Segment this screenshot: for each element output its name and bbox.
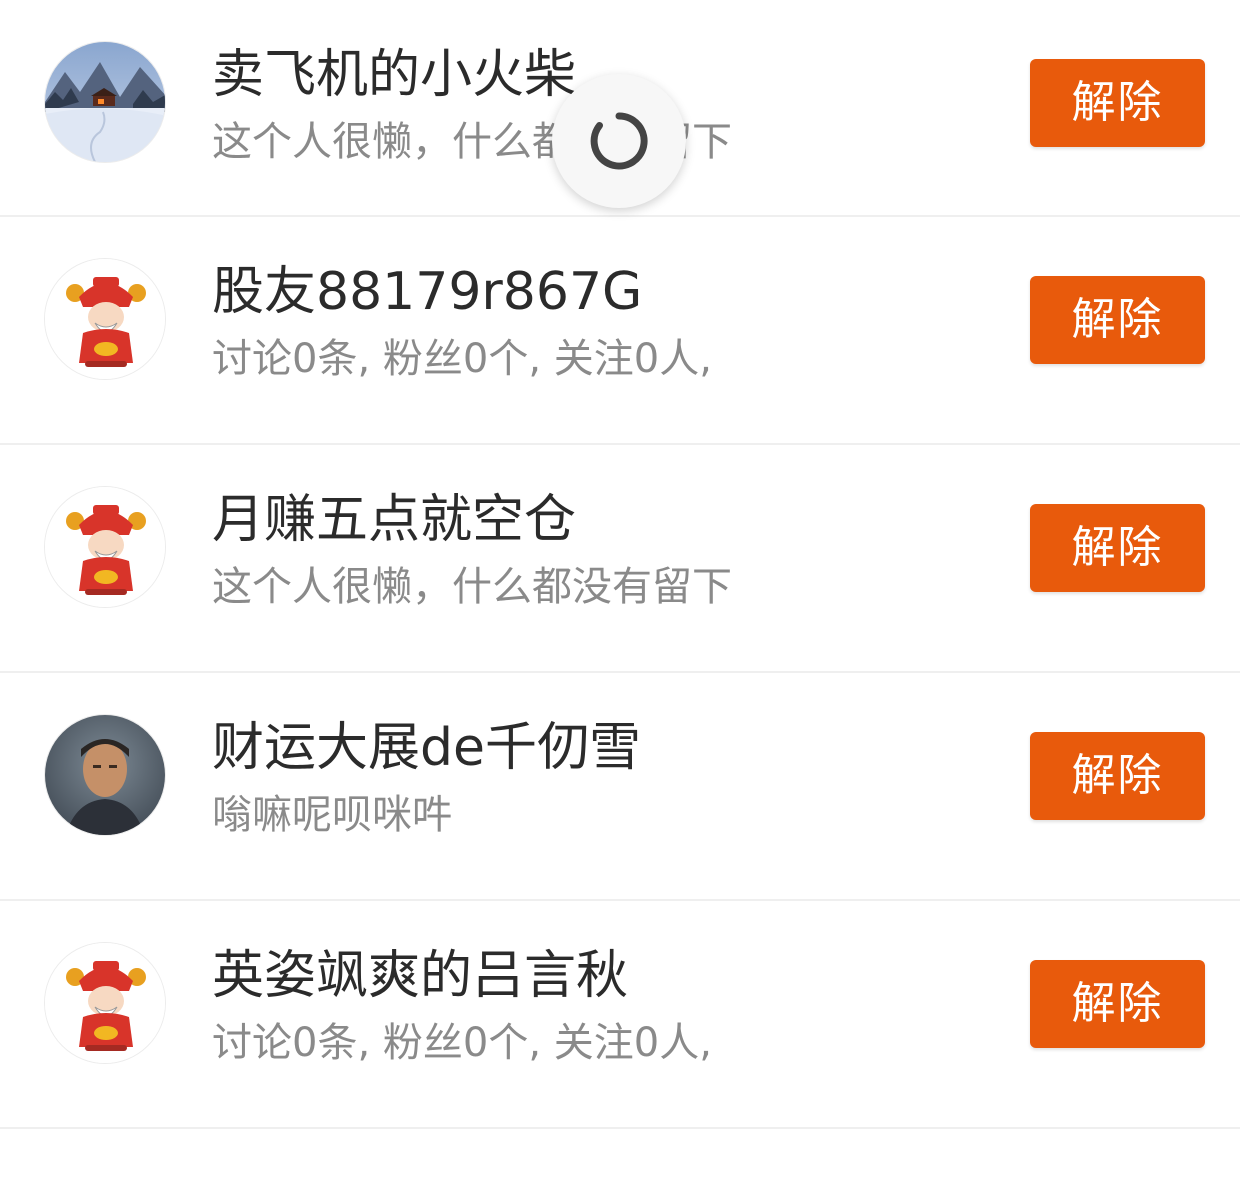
avatar[interactable]	[44, 942, 166, 1064]
user-description: 讨论0条, 粉丝0个, 关注0人,	[212, 336, 712, 382]
avatar[interactable]	[44, 714, 166, 836]
fortune-god-avatar-icon	[45, 943, 165, 1063]
list-item[interactable]: 股友88179r867G 讨论0条, 粉丝0个, 关注0人, 解除	[0, 217, 1240, 445]
list-item[interactable]: 财运大展de千仞雪 嗡嘛呢呗咪吽 解除	[0, 673, 1240, 901]
user-name[interactable]: 财运大展de千仞雪	[212, 713, 641, 783]
loading-spinner-icon	[590, 112, 648, 170]
user-name[interactable]: 股友88179r867G	[212, 257, 642, 327]
user-name[interactable]: 英姿飒爽的吕言秋	[212, 941, 628, 1011]
list-item[interactable]: 英姿飒爽的吕言秋 讨论0条, 粉丝0个, 关注0人, 解除	[0, 901, 1240, 1129]
unblock-button[interactable]: 解除	[1030, 960, 1205, 1048]
unblock-button[interactable]: 解除	[1030, 276, 1205, 364]
fortune-god-avatar-icon	[45, 487, 165, 607]
user-name[interactable]: 卖飞机的小火柴	[212, 40, 576, 110]
person-photo-avatar-icon	[45, 715, 165, 835]
user-description: 讨论0条, 粉丝0个, 关注0人,	[212, 1020, 712, 1066]
fortune-god-avatar-icon	[45, 259, 165, 379]
unblock-button[interactable]: 解除	[1030, 504, 1205, 592]
loading-indicator	[552, 74, 686, 208]
user-description: 嗡嘛呢呗咪吽	[212, 792, 452, 838]
list-item[interactable]: 月赚五点就空仓 这个人很懒，什么都没有留下 解除	[0, 445, 1240, 673]
snow-landscape-avatar-icon	[45, 42, 165, 162]
unblock-button[interactable]: 解除	[1030, 732, 1205, 820]
avatar[interactable]	[44, 258, 166, 380]
user-description: 这个人很懒，什么都没有留下	[212, 564, 732, 610]
avatar[interactable]	[44, 486, 166, 608]
avatar[interactable]	[44, 41, 166, 163]
user-name[interactable]: 月赚五点就空仓	[212, 485, 576, 555]
unblock-button[interactable]: 解除	[1030, 59, 1205, 147]
